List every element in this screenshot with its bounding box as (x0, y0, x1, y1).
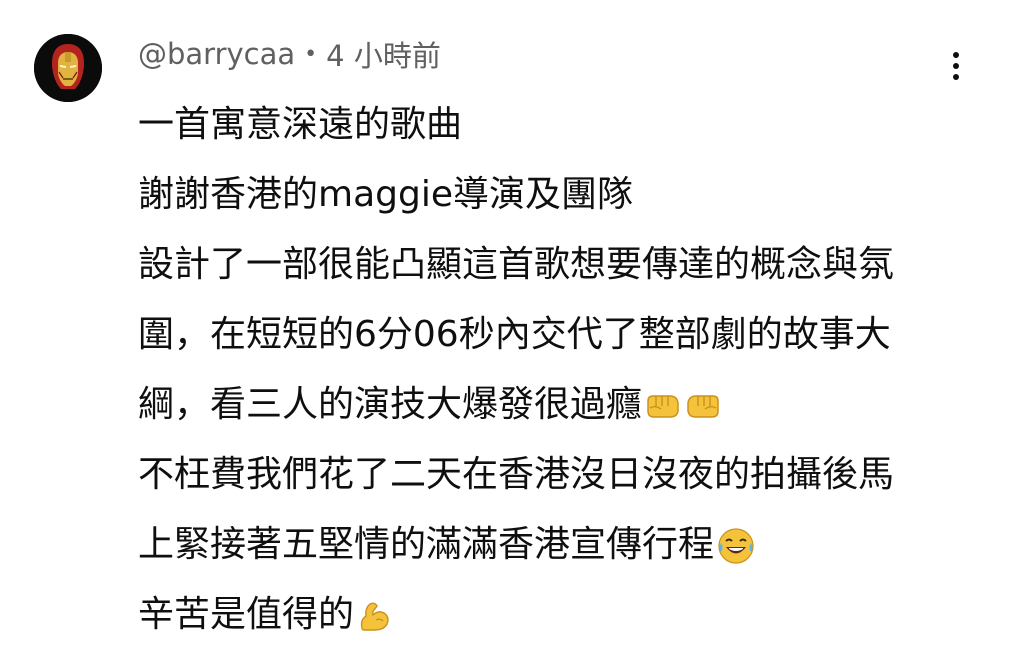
comment-line-text: 設計了一部很能凸顯這首歌想要傳達的概念與氛 (138, 244, 895, 285)
author-handle[interactable]: @barrycaa (138, 37, 295, 71)
comment-line: 圍，在短短的6分06秒內交代了整部劇的故事大 (138, 300, 938, 370)
iron-man-helmet-icon (34, 34, 102, 102)
comment-line: 一首寓意深遠的歌曲 (138, 90, 938, 160)
comment-line-text: 一首寓意深遠的歌曲 (138, 104, 463, 145)
comment-line-text: 綱，看三人的演技大爆發很過癮 (138, 384, 643, 425)
kebab-dot (953, 63, 959, 69)
comment-line: 設計了一部很能凸顯這首歌想要傳達的概念與氛 (138, 230, 938, 300)
timestamp[interactable]: 4 小時前 (326, 33, 441, 75)
more-options-button[interactable] (934, 44, 978, 88)
kebab-dot (953, 74, 959, 80)
comment-line: 上緊接著五堅情的滿滿香港宣傳行程 (138, 510, 938, 580)
avatar[interactable] (34, 34, 102, 102)
comment-line-text: 辛苦是值得的 (138, 594, 355, 635)
left-facing-fist-icon (644, 391, 682, 421)
comment-line: 綱，看三人的演技大爆發很過癮 (138, 370, 938, 440)
comment-line: 謝謝香港的maggie導演及團隊 (138, 160, 938, 230)
comment-line: 辛苦是值得的 (138, 580, 938, 650)
kebab-dot (953, 52, 959, 58)
separator-dot: • (304, 41, 318, 67)
comment-line-text: 上緊接著五堅情的滿滿香港宣傳行程 (138, 524, 715, 565)
comment-item: @barrycaa • 4 小時前 一首寓意深遠的歌曲 謝謝香港的maggie導… (0, 0, 1024, 652)
laughing-tears-icon (716, 526, 756, 566)
comment-line-text: 不枉費我們花了二天在香港沒日沒夜的拍攝後馬 (138, 454, 895, 495)
comment-text: 一首寓意深遠的歌曲 謝謝香港的maggie導演及團隊 設計了一部很能凸顯這首歌想… (138, 90, 938, 650)
flexed-biceps-icon (356, 598, 392, 634)
comment-line-text: 謝謝香港的maggie導演及團隊 (138, 174, 633, 215)
comment-line-text: 圍，在短短的6分06秒內交代了整部劇的故事大 (138, 314, 891, 355)
comment-header: @barrycaa • 4 小時前 (138, 32, 441, 76)
comment-line: 不枉費我們花了二天在香港沒日沒夜的拍攝後馬 (138, 440, 938, 510)
right-facing-fist-icon (684, 391, 722, 421)
